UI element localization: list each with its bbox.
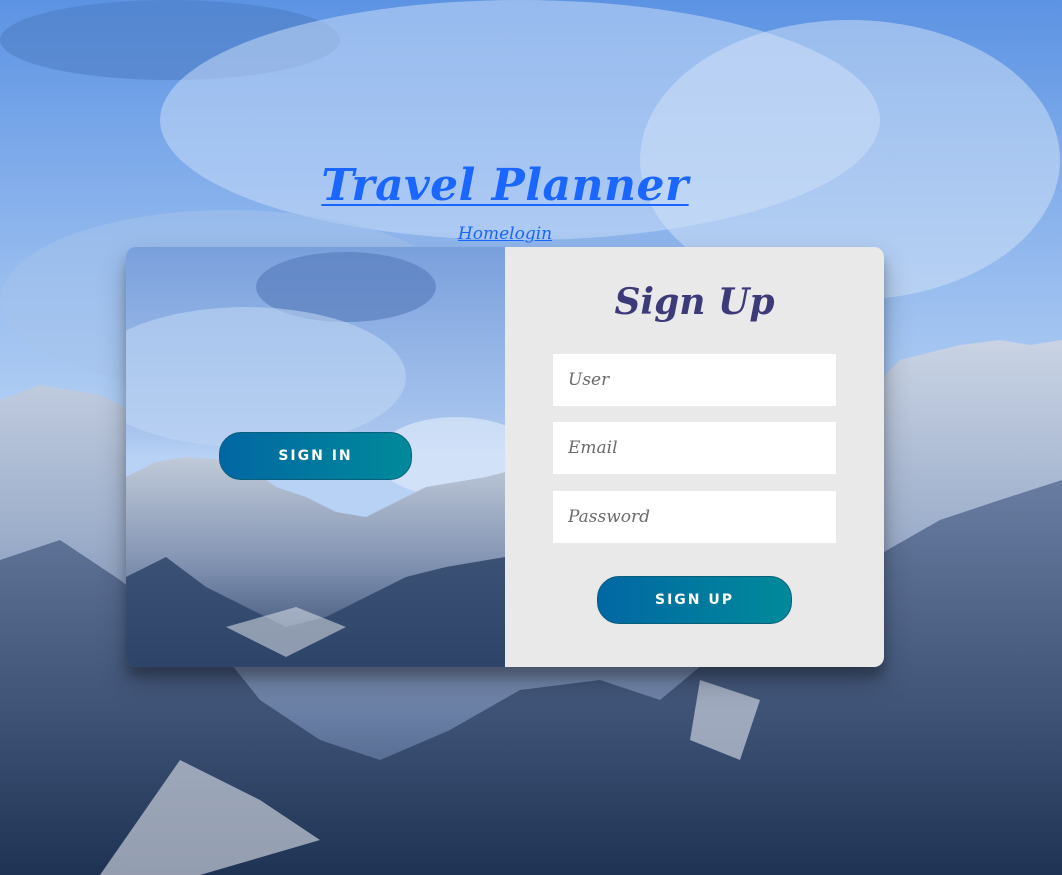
sign-in-button[interactable]: SIGN IN (219, 432, 412, 480)
user-input[interactable] (553, 354, 836, 406)
overlay-panel: SIGN IN (126, 247, 505, 667)
site-title-link[interactable]: Travel Planner (0, 160, 1010, 211)
page: Travel Planner Homelogin SIGN IN Sign Up… (0, 0, 1062, 875)
signup-form: Sign Up SIGN UP (505, 247, 884, 667)
auth-card: SIGN IN Sign Up SIGN UP (126, 247, 884, 667)
home-login-link[interactable]: Homelogin (0, 224, 1010, 244)
password-input[interactable] (553, 491, 836, 543)
sign-up-button[interactable]: SIGN UP (597, 576, 792, 624)
form-title: Sign Up (614, 281, 775, 323)
email-input[interactable] (553, 422, 836, 474)
